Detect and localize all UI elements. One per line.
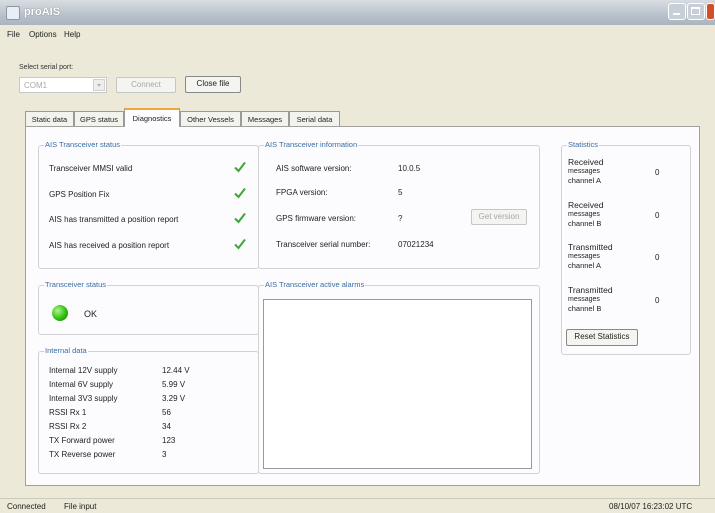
fpga-version-value: 5 [398,188,403,197]
group-title: AIS Transceiver active alarms [264,280,366,289]
menu-help[interactable]: Help [64,30,80,39]
internal-value: 12.44 V [162,366,190,375]
software-version-label: AIS software version: [276,164,352,173]
stat-label: channel B [568,304,602,313]
main-window: proAIS File Options Help Select serial p… [0,0,715,513]
stat-label: channel A [568,176,601,185]
maximize-button[interactable] [687,3,705,20]
checkmark-icon [234,238,246,250]
alarms-list[interactable] [263,299,532,469]
stat-label: messages [568,253,600,260]
tab-gps-status[interactable]: GPS status [74,111,124,126]
group-title: AIS Transceiver information [264,140,359,149]
stat-label: messages [568,296,600,303]
reset-statistics-button[interactable]: Reset Statistics [566,329,638,346]
group-title: Internal data [44,346,88,355]
stat-label: Received [568,200,604,210]
status-bar: Connected File input 08/10/07 16:23:02 U… [0,498,715,513]
close-button[interactable] [706,3,715,20]
status-label-gps-fix: GPS Position Fix [49,190,110,199]
status-label-mmsi: Transceiver MMSI valid [49,164,133,173]
window-title: proAIS [24,6,61,18]
serial-port-value: COM1 [24,81,48,90]
tab-messages[interactable]: Messages [241,111,289,126]
internal-label: TX Forward power [49,436,115,445]
stat-value: 0 [655,211,660,220]
connect-button[interactable]: Connect [116,77,176,93]
ais-status-group: AIS Transceiver status Transceiver MMSI … [38,140,259,269]
statistics-group: Statistics Received messages channel A 0… [561,140,691,355]
internal-value: 34 [162,422,171,431]
stat-value: 0 [655,253,660,262]
stat-value: 0 [655,296,660,305]
internal-data-group: Internal data Internal 12V supply 12.44 … [38,346,259,474]
serial-number-label: Transceiver serial number: [276,240,371,249]
internal-label: TX Reverse power [49,450,116,459]
input-mode: File input [64,502,97,511]
internal-value: 5.99 V [162,380,186,389]
menu-file[interactable]: File [7,30,20,39]
group-title: Transceiver status [44,280,107,289]
group-title: Statistics [567,140,600,149]
connection-status: Connected [7,502,46,511]
internal-value: 56 [162,408,171,417]
active-alarms-group: AIS Transceiver active alarms [258,280,540,474]
internal-value: 3.29 V [162,394,186,403]
status-led-icon [52,305,68,321]
tab-diagnostics[interactable]: Diagnostics [124,108,180,127]
close-file-button[interactable]: Close file [185,76,241,93]
serial-port-label: Select serial port: [19,64,74,71]
transceiver-status-group: Transceiver status OK [38,280,259,335]
tab-other-vessels[interactable]: Other Vessels [180,111,241,126]
internal-label: Internal 12V supply [49,366,118,375]
gps-firmware-label: GPS firmware version: [276,214,357,223]
stat-value: 0 [655,168,660,177]
checkmark-icon [234,187,246,199]
get-version-button[interactable]: Get version [471,209,527,225]
stat-label: Transmitted [568,285,613,295]
internal-label: RSSI Rx 2 [49,422,87,431]
serial-port-select[interactable]: COM1 [19,77,107,93]
status-label-received: AIS has received a position report [49,241,170,250]
internal-value: 123 [162,436,176,445]
stat-label: Transmitted [568,242,613,252]
checkmark-icon [234,161,246,173]
chevron-down-icon[interactable] [93,79,105,91]
diagnostics-panel: AIS Transceiver status Transceiver MMSI … [25,126,700,486]
tab-serial-data[interactable]: Serial data [289,111,340,126]
serial-number-value: 07021234 [398,240,434,249]
gps-firmware-value: ? [398,214,403,223]
stat-label: messages [568,168,600,175]
internal-label: RSSI Rx 1 [49,408,87,417]
menu-bar: File Options Help [0,27,715,43]
ais-info-group: AIS Transceiver information AIS software… [258,140,540,269]
stat-label: Received [568,157,604,167]
menu-options[interactable]: Options [29,30,57,39]
stat-label: channel B [568,219,602,228]
fpga-version-label: FPGA version: [276,188,328,197]
status-label-transmitted: AIS has transmitted a position report [49,215,179,224]
internal-label: Internal 6V supply [49,380,114,389]
status-datetime: 08/10/07 16:23:02 UTC [609,502,693,511]
tab-static-data[interactable]: Static data [25,111,74,126]
group-title: AIS Transceiver status [44,140,122,149]
stat-label: channel A [568,261,601,270]
transceiver-state: OK [84,309,98,319]
software-version-value: 10.0.5 [398,164,421,173]
stat-label: messages [568,211,600,218]
internal-label: Internal 3V3 supply [49,394,118,403]
minimize-button[interactable] [668,3,686,20]
checkmark-icon [234,212,246,224]
app-icon [6,6,20,20]
title-bar[interactable]: proAIS [0,0,715,25]
internal-value: 3 [162,450,167,459]
